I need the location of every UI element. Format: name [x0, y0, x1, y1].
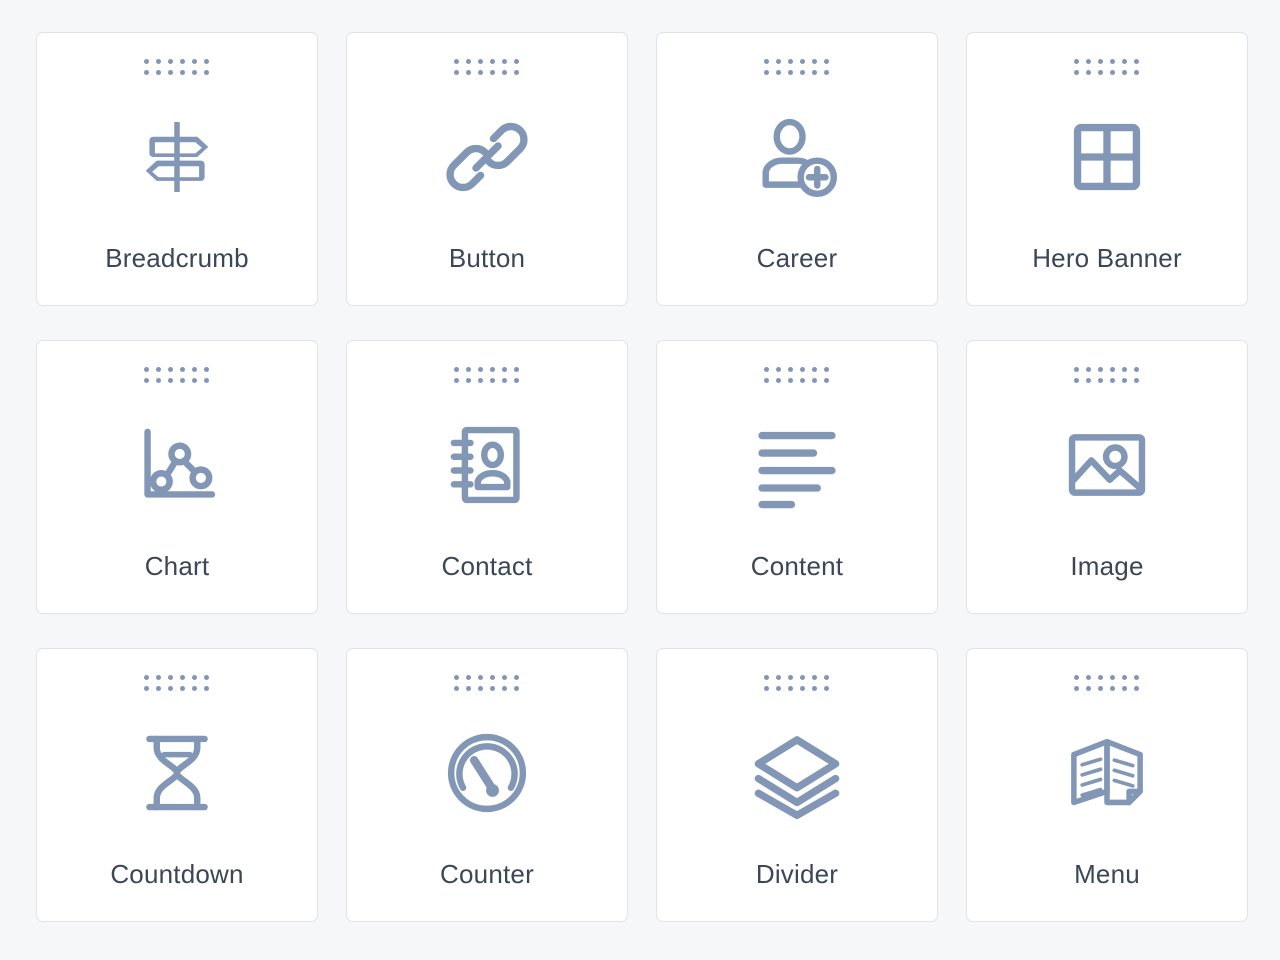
widget-label: Menu: [1074, 859, 1140, 890]
speedometer-icon: [347, 686, 627, 860]
widget-card-countdown[interactable]: Countdown: [36, 648, 318, 922]
widget-label: Contact: [441, 551, 533, 582]
widget-label: Countdown: [110, 859, 244, 890]
widget-card-contact[interactable]: Contact: [346, 340, 628, 614]
widget-label: Button: [448, 243, 526, 274]
widget-card-image[interactable]: Image: [966, 340, 1248, 614]
line-chart-icon: [37, 378, 317, 552]
widget-card-counter[interactable]: Counter: [346, 648, 628, 922]
widget-card-career[interactable]: Career: [656, 32, 938, 306]
widget-label: Counter: [440, 859, 534, 890]
widget-label: Chart: [144, 551, 210, 582]
widget-card-menu[interactable]: Menu: [966, 648, 1248, 922]
link-chain-icon: [347, 70, 627, 244]
widget-card-divider[interactable]: Divider: [656, 648, 938, 922]
hourglass-icon: [37, 686, 317, 860]
user-plus-icon: [657, 70, 937, 244]
widget-card-button[interactable]: Button: [346, 32, 628, 306]
signpost-icon: [37, 70, 317, 244]
widget-label: Image: [1070, 551, 1144, 582]
widget-label: Divider: [755, 859, 839, 890]
picture-icon: [967, 378, 1247, 552]
widget-label: Career: [756, 243, 838, 274]
text-lines-icon: [657, 378, 937, 552]
grid-window-icon: [967, 70, 1247, 244]
widget-card-chart[interactable]: Chart: [36, 340, 318, 614]
widget-palette-grid: Breadcrumb Button Career Hero Banner Cha…: [0, 0, 1280, 954]
layers-icon: [657, 686, 937, 860]
widget-label: Content: [750, 551, 844, 582]
open-book-icon: [967, 686, 1247, 860]
widget-card-hero-banner[interactable]: Hero Banner: [966, 32, 1248, 306]
widget-card-content[interactable]: Content: [656, 340, 938, 614]
widget-card-breadcrumb[interactable]: Breadcrumb: [36, 32, 318, 306]
widget-label: Hero Banner: [1032, 243, 1182, 274]
address-book-icon: [347, 378, 627, 552]
widget-label: Breadcrumb: [105, 243, 249, 274]
